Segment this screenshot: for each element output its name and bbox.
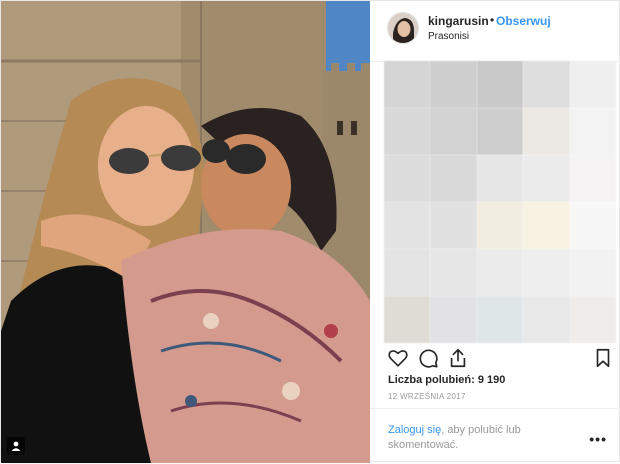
share-icon [450,348,466,368]
user-tag-button[interactable] [7,437,25,455]
user-tag-icon [11,441,21,451]
instagram-post: kingarusin • Obserwuj Prasonisi Liczba p… [0,0,620,463]
blur-cell [384,108,431,155]
save-button[interactable] [592,347,614,369]
blur-cell [476,61,524,108]
follow-button[interactable]: Obserwuj [496,14,551,28]
blur-cell [430,61,477,108]
blur-cell [523,296,570,343]
heart-icon [388,350,408,367]
blur-cell [384,155,431,202]
action-bar [370,345,620,373]
blur-cell [384,296,431,343]
blur-cell [523,155,570,202]
blur-cell [430,249,477,296]
share-button[interactable] [447,347,469,369]
login-prompt-footer: Zaloguj się, aby polubić lub skomentować… [370,408,620,464]
blur-cell [384,202,431,249]
blur-cell [476,108,524,155]
comment-button[interactable] [417,347,439,369]
blur-cell [523,61,570,108]
location-link[interactable]: Prasonisi [428,31,469,42]
blur-cell [430,202,477,249]
blur-cell [569,61,616,108]
likes-count[interactable]: Liczba polubień: 9 190 [388,374,505,386]
blurred-comments-area [384,61,616,343]
blur-cell [523,202,570,249]
blur-cell [476,155,524,202]
blur-cell [384,249,431,296]
blur-cell [569,202,616,249]
avatar-image [388,13,418,43]
blur-cell [430,296,477,343]
separator-dot: • [490,13,495,27]
post-photo[interactable] [1,1,370,463]
post-sidebar: kingarusin • Obserwuj Prasonisi Liczba p… [370,1,620,463]
more-options-button[interactable]: ••• [589,431,607,447]
blur-cell [569,296,616,343]
blur-cell [523,108,570,155]
blur-cell [476,296,524,343]
blur-cell [476,249,524,296]
post-header: kingarusin • Obserwuj Prasonisi [370,1,620,62]
login-link[interactable]: Zaloguj się [388,424,441,436]
blur-cell [430,155,477,202]
comment-icon [419,349,438,368]
blur-cell [523,249,570,296]
blur-cell [569,249,616,296]
username[interactable]: kingarusin [428,14,489,28]
blur-cell [569,108,616,155]
login-prompt: Zaloguj się, aby polubić lub skomentować… [388,423,563,453]
bookmark-icon [596,348,610,368]
blur-cell [430,108,477,155]
avatar[interactable] [387,12,419,44]
like-button[interactable] [387,347,409,369]
blur-cell [569,155,616,202]
post-date[interactable]: 12 WRZEŚNIA 2017 [388,392,466,401]
blur-cell [476,202,524,249]
photo-illustration [1,1,370,463]
blur-cell [384,61,431,108]
